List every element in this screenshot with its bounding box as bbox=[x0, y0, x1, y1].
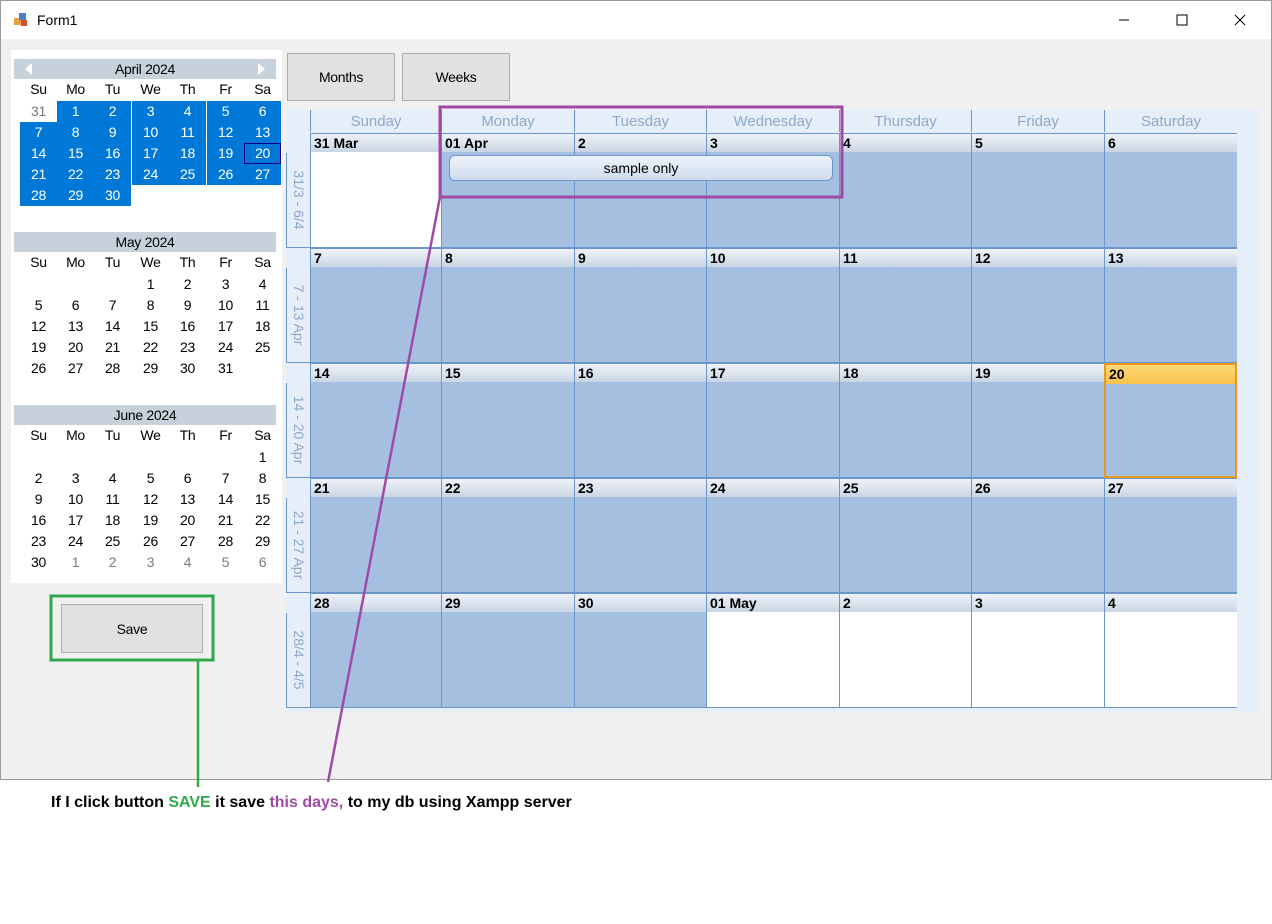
highlight-box-save bbox=[49, 594, 215, 662]
annotation-part: it save bbox=[210, 794, 270, 811]
annotation-days-word: this days, bbox=[269, 794, 344, 811]
annotation-part: If I click button bbox=[51, 794, 169, 811]
annotation-text: If I click button SAVE it save this days… bbox=[51, 794, 572, 812]
highlight-box-days bbox=[438, 105, 844, 199]
pointer-line-days bbox=[326, 196, 442, 783]
annotation-save-word: SAVE bbox=[168, 794, 211, 811]
annotation-part: to my db using Xampp server bbox=[343, 794, 572, 811]
annotation-overlay bbox=[49, 105, 844, 787]
